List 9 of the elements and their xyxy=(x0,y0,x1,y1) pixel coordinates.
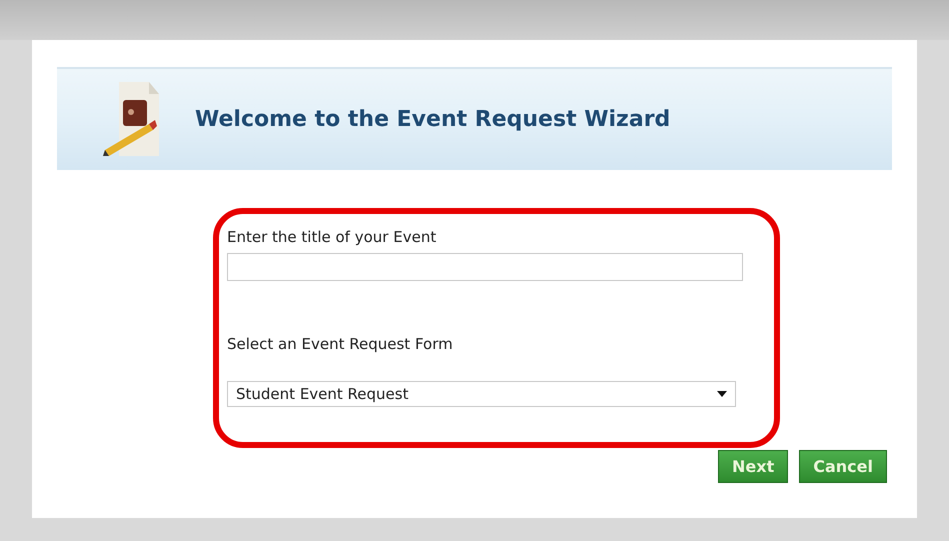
caret-icon xyxy=(717,391,727,397)
wizard-title: Welcome to the Event Request Wizard xyxy=(195,106,670,134)
form-dropdown[interactable]: Student Event Request xyxy=(227,381,736,407)
wizard-button[interactable]: Cancel xyxy=(799,450,887,483)
field-label: Select an Event Request Form xyxy=(227,334,454,354)
event-title-input[interactable] xyxy=(227,252,743,280)
dropdown-value: Student Event Request xyxy=(236,384,408,405)
wizard-button[interactable]: Next xyxy=(718,450,788,483)
field-label: Enter the title of your Event xyxy=(227,227,438,248)
